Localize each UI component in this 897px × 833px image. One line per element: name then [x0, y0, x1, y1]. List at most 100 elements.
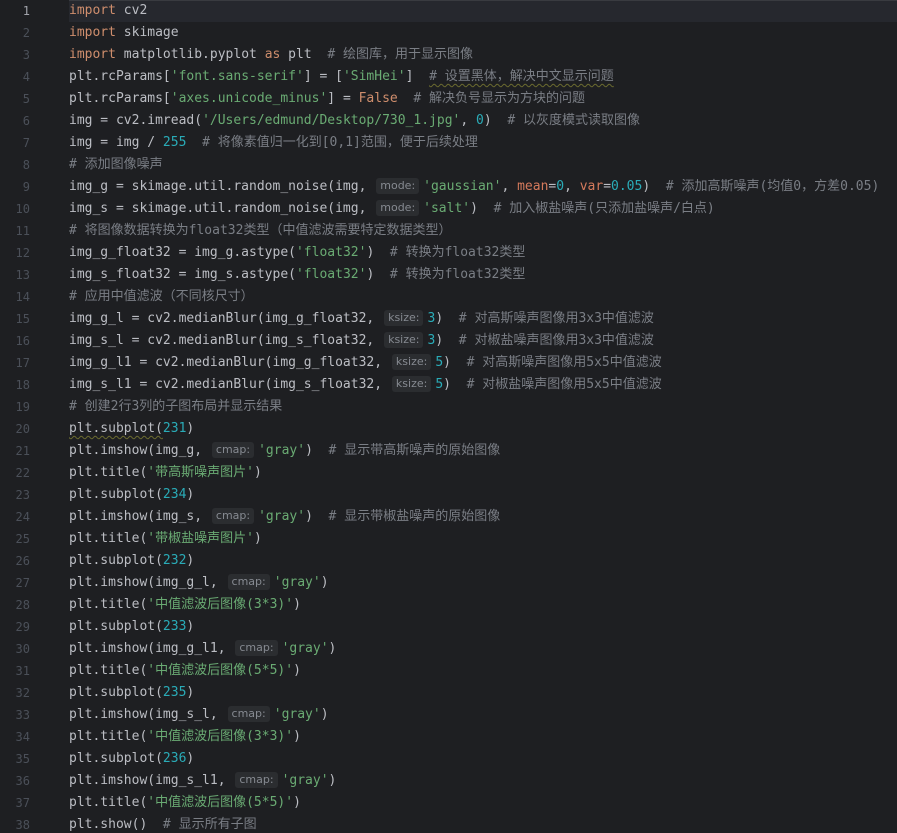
code-token: # 绘图库，用于显示图像: [327, 47, 473, 62]
code-line[interactable]: 3 import matplotlib.pyplot as plt # 绘图库，用…: [0, 44, 897, 66]
code-line[interactable]: 27 plt.imshow(img_g_l, cmap:'gray'): [0, 572, 897, 594]
line-code[interactable]: plt.rcParams['font.sans-serif'] = ['SimH…: [69, 66, 897, 88]
code-token: ): [328, 641, 337, 656]
line-code[interactable]: import skimage: [69, 22, 897, 44]
code-line[interactable]: 22 plt.title('带高斯噪声图片'): [0, 462, 897, 484]
line-code[interactable]: img_s_float32 = img_s.astype('float32') …: [69, 264, 897, 286]
code-line[interactable]: 20 plt.subplot(231): [0, 418, 897, 440]
code-token: plt.title(: [69, 729, 148, 744]
line-code[interactable]: img_s_l1 = cv2.medianBlur(img_s_float32,…: [69, 374, 897, 396]
code-line[interactable]: 32 plt.subplot(235): [0, 682, 897, 704]
code-line[interactable]: 28 plt.title('中值滤波后图像(3*3)'): [0, 594, 897, 616]
code-line[interactable]: 30 plt.imshow(img_g_l1, cmap:'gray'): [0, 638, 897, 660]
code-line[interactable]: 13 img_s_float32 = img_s.astype('float32'…: [0, 264, 897, 286]
line-number: 30: [15, 642, 30, 656]
line-code[interactable]: import cv2: [69, 0, 897, 22]
line-code[interactable]: plt.subplot(233): [69, 616, 897, 638]
line-code[interactable]: img_g_l1 = cv2.medianBlur(img_g_float32,…: [69, 352, 897, 374]
line-code[interactable]: # 将图像数据转换为float32类型（中值滤波需要特定数据类型）: [69, 220, 897, 242]
line-code[interactable]: plt.title('中值滤波后图像(5*5)'): [69, 792, 897, 814]
code-line[interactable]: 26 plt.subplot(232): [0, 550, 897, 572]
code-token: cv2: [115, 3, 148, 18]
code-token: 231: [162, 421, 187, 436]
code-line[interactable]: 24 plt.imshow(img_s, cmap:'gray') # 显示带椒盐…: [0, 506, 897, 528]
line-code[interactable]: img_s = skimage.util.random_noise(img, m…: [69, 198, 897, 220]
line-code[interactable]: plt.show() # 显示所有子图: [69, 814, 897, 833]
line-code[interactable]: plt.imshow(img_s, cmap:'gray') # 显示带椒盐噪声…: [69, 506, 897, 528]
code-token: 233: [162, 619, 187, 634]
code-token: # 转换为float32类型: [389, 245, 526, 260]
line-code[interactable]: plt.rcParams['axes.unicode_minus'] = Fal…: [69, 88, 897, 110]
code-line[interactable]: 5 plt.rcParams['axes.unicode_minus'] = Fa…: [0, 88, 897, 110]
line-code[interactable]: # 应用中值滤波（不同核尺寸）: [69, 286, 897, 308]
line-code[interactable]: img_s_l = cv2.medianBlur(img_s_float32, …: [69, 330, 897, 352]
line-code[interactable]: # 添加图像噪声: [69, 154, 897, 176]
line-code[interactable]: # 创建2行3列的子图布局并显示结果: [69, 396, 897, 418]
code-line[interactable]: 6 img = cv2.imread('/Users/edmund/Desktop…: [0, 110, 897, 132]
line-code[interactable]: import matplotlib.pyplot as plt # 绘图库，用于…: [69, 44, 897, 66]
line-code[interactable]: plt.title('中值滤波后图像(5*5)'): [69, 660, 897, 682]
code-token: ): [443, 355, 467, 370]
code-token: var: [579, 179, 604, 194]
code-line[interactable]: 38 plt.show() # 显示所有子图: [0, 814, 897, 833]
line-code[interactable]: img_g_float32 = img_g.astype('float32') …: [69, 242, 897, 264]
code-token: 'gray': [281, 641, 329, 656]
line-code[interactable]: plt.title('中值滤波后图像(3*3)'): [69, 594, 897, 616]
code-line[interactable]: 7 img = img / 255 # 将像素值归一化到[0,1]范围，便于后续处…: [0, 132, 897, 154]
code-token: plt.title(: [69, 597, 148, 612]
line-code[interactable]: plt.title('中值滤波后图像(3*3)'): [69, 726, 897, 748]
line-code[interactable]: img = cv2.imread('/Users/edmund/Desktop/…: [69, 110, 897, 132]
code-line[interactable]: 25 plt.title('带椒盐噪声图片'): [0, 528, 897, 550]
code-token: plt.imshow(img_s_l1,: [69, 773, 234, 788]
line-code[interactable]: plt.title('带椒盐噪声图片'): [69, 528, 897, 550]
code-line[interactable]: 36 plt.imshow(img_s_l1, cmap:'gray'): [0, 770, 897, 792]
line-code[interactable]: plt.subplot(231): [69, 418, 897, 440]
code-editor[interactable]: 1 import cv2 2 import skimage 3 import matplo…: [0, 0, 897, 833]
code-line[interactable]: 29 plt.subplot(233): [0, 616, 897, 638]
code-line[interactable]: 4 plt.rcParams['font.sans-serif'] = ['Sim…: [0, 66, 897, 88]
code-line[interactable]: 18 img_s_l1 = cv2.medianBlur(img_s_float3…: [0, 374, 897, 396]
code-line[interactable]: 10 img_s = skimage.util.random_noise(img,…: [0, 198, 897, 220]
code-line[interactable]: 37 plt.title('中值滤波后图像(5*5)'): [0, 792, 897, 814]
line-code[interactable]: plt.title('带高斯噪声图片'): [69, 462, 897, 484]
line-number: 5: [22, 92, 30, 106]
code-line[interactable]: 14 # 应用中值滤波（不同核尺寸）: [0, 286, 897, 308]
line-number: 18: [15, 378, 30, 392]
code-line[interactable]: 19 # 创建2行3列的子图布局并显示结果: [0, 396, 897, 418]
line-code[interactable]: img_g_l = cv2.medianBlur(img_g_float32, …: [69, 308, 897, 330]
code-line[interactable]: 11 # 将图像数据转换为float32类型（中值滤波需要特定数据类型）: [0, 220, 897, 242]
code-line[interactable]: 9 img_g = skimage.util.random_noise(img, …: [0, 176, 897, 198]
line-code[interactable]: plt.subplot(235): [69, 682, 897, 704]
line-code[interactable]: plt.imshow(img_g_l, cmap:'gray'): [69, 572, 897, 594]
code-line[interactable]: 1 import cv2: [0, 0, 897, 22]
code-line[interactable]: 15 img_g_l = cv2.medianBlur(img_g_float32…: [0, 308, 897, 330]
line-code[interactable]: plt.subplot(234): [69, 484, 897, 506]
line-code[interactable]: img_g = skimage.util.random_noise(img, m…: [69, 176, 897, 198]
code-line[interactable]: 23 plt.subplot(234): [0, 484, 897, 506]
code-line[interactable]: 16 img_s_l = cv2.medianBlur(img_s_float32…: [0, 330, 897, 352]
line-code[interactable]: plt.imshow(img_g, cmap:'gray') # 显示带高斯噪声…: [69, 440, 897, 462]
code-token: '/Users/edmund/Desktop/730_1.jpg': [202, 113, 461, 128]
line-code[interactable]: plt.imshow(img_g_l1, cmap:'gray'): [69, 638, 897, 660]
code-line[interactable]: 21 plt.imshow(img_g, cmap:'gray') # 显示带高斯…: [0, 440, 897, 462]
line-code[interactable]: plt.imshow(img_s_l1, cmap:'gray'): [69, 770, 897, 792]
line-code[interactable]: plt.imshow(img_s_l, cmap:'gray'): [69, 704, 897, 726]
code-line[interactable]: 12 img_g_float32 = img_g.astype('float32'…: [0, 242, 897, 264]
code-line[interactable]: 31 plt.title('中值滤波后图像(5*5)'): [0, 660, 897, 682]
code-token: # 解决负号显示为方块的问题: [413, 91, 586, 106]
code-line[interactable]: 33 plt.imshow(img_s_l, cmap:'gray'): [0, 704, 897, 726]
code-line[interactable]: 34 plt.title('中值滤波后图像(3*3)'): [0, 726, 897, 748]
code-line[interactable]: 8 # 添加图像噪声: [0, 154, 897, 176]
line-code[interactable]: plt.subplot(236): [69, 748, 897, 770]
line-code[interactable]: plt.subplot(232): [69, 550, 897, 572]
line-code[interactable]: img = img / 255 # 将像素值归一化到[0,1]范围，便于后续处理: [69, 132, 897, 154]
line-number: 1: [22, 4, 30, 18]
code-lines[interactable]: 1 import cv2 2 import skimage 3 import matplo…: [0, 0, 897, 833]
code-line[interactable]: 35 plt.subplot(236): [0, 748, 897, 770]
code-line[interactable]: 2 import skimage: [0, 22, 897, 44]
line-number: 26: [15, 554, 30, 568]
code-token: 'float32': [295, 267, 367, 282]
line-number: 34: [15, 730, 30, 744]
code-token: ): [443, 377, 467, 392]
code-line[interactable]: 17 img_g_l1 = cv2.medianBlur(img_g_float3…: [0, 352, 897, 374]
